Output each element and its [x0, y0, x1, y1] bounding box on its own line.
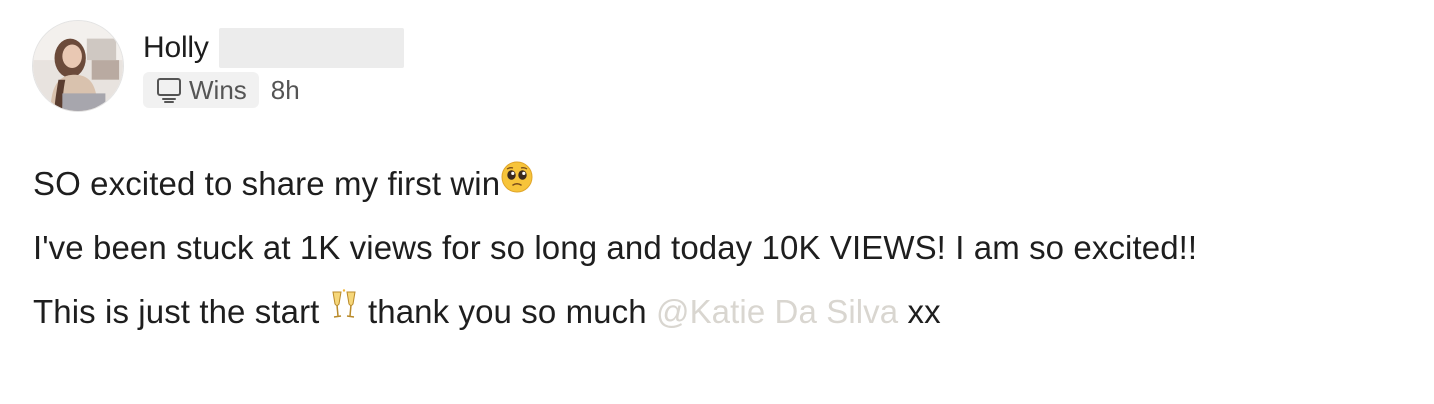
post-body-line-3: This is just the start thank you so much… — [33, 280, 1423, 344]
author-name[interactable]: Holly — [143, 31, 209, 65]
post-body-text: thank you so much — [358, 293, 656, 330]
post-body-text: This is just the start — [33, 293, 329, 330]
post-timestamp: 8h — [270, 74, 300, 105]
user-mention-link[interactable]: @Katie Da Silva — [656, 293, 898, 330]
post-card: Holly Wins 8h SO excited to share my fir… — [0, 0, 1434, 404]
clinking-glasses-emoji — [329, 279, 359, 343]
post-meta: Wins 8h — [143, 72, 300, 108]
author-row: Holly — [143, 28, 404, 68]
post-body-text: I've been stuck at 1K views for so long … — [33, 229, 1198, 266]
name-redaction-block — [218, 28, 404, 68]
pleading-face-emoji — [500, 151, 534, 215]
avatar-photo-icon — [33, 21, 123, 111]
post-body-text: SO excited to share my first win — [33, 165, 501, 202]
category-chip[interactable]: Wins — [143, 72, 259, 108]
post-body-line-2: I've been stuck at 1K views for so long … — [33, 216, 1423, 280]
category-label: Wins — [189, 74, 247, 105]
post-body-line-1: SO excited to share my first win — [33, 152, 1423, 216]
author-avatar[interactable] — [32, 20, 124, 112]
post-body-text: xx — [898, 293, 941, 330]
post-body: SO excited to share my first win I've be… — [33, 152, 1423, 344]
monitor-icon — [157, 78, 181, 103]
